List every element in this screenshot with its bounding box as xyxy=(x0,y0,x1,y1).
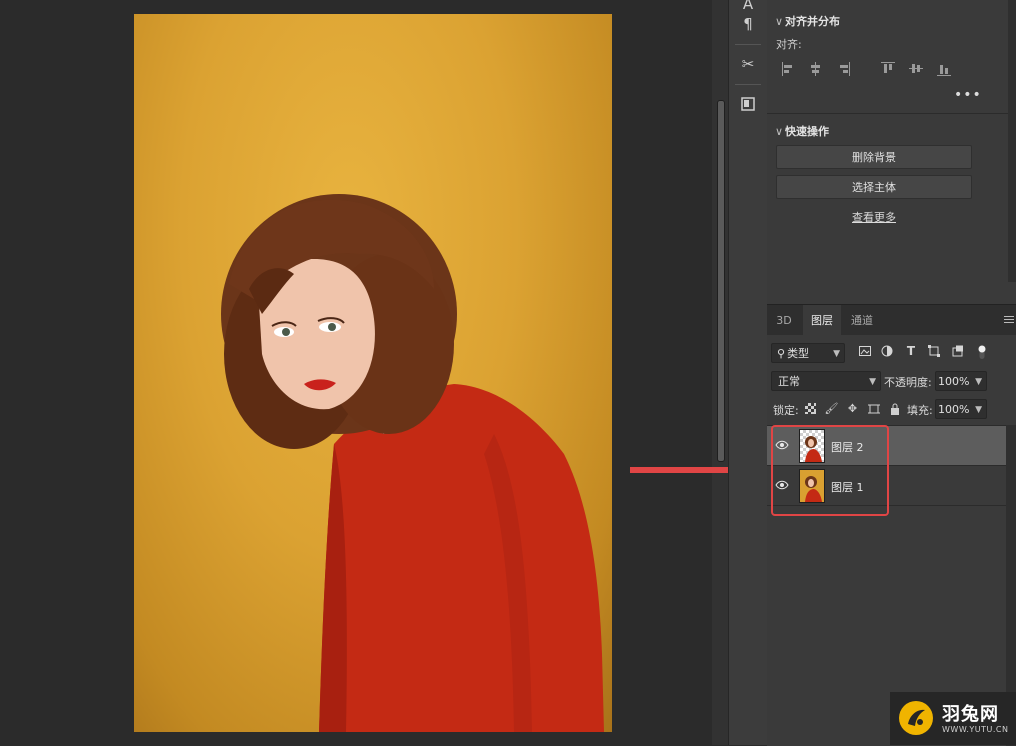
layers-panel-tabs: 3D 图层 通道 xyxy=(767,305,1016,335)
align-left-edges-icon[interactable] xyxy=(782,62,796,76)
layers-panel: 3D 图层 通道 ⚲ 类型 ▼ T 正常 ▼ 不透明度: 100% ▼ 锁定: … xyxy=(767,304,1016,746)
chevron-down-icon: ▼ xyxy=(975,405,982,415)
layer-filter-dropdown[interactable]: ⚲ 类型 ▼ xyxy=(771,343,845,363)
lock-image-pixels-icon[interactable]: 🖌 xyxy=(825,402,839,415)
align-horizontal-centers-icon[interactable] xyxy=(809,62,823,76)
align-section-title[interactable]: ∨ 对齐并分布 xyxy=(775,13,840,29)
lock-transparent-pixels-icon[interactable] xyxy=(804,402,817,415)
opacity-field[interactable]: 100% ▼ xyxy=(935,371,987,391)
align-vertical-centers-icon[interactable] xyxy=(909,62,923,76)
chevron-down-icon: ∨ xyxy=(775,125,784,138)
smart-object-filter-icon[interactable] xyxy=(951,344,965,358)
highlight-annotation-box xyxy=(771,425,889,516)
fill-label: 填充: xyxy=(907,404,933,417)
tab-3d[interactable]: 3D xyxy=(767,305,801,335)
properties-scrollbar[interactable] xyxy=(1008,0,1016,282)
align-bottom-edges-icon[interactable] xyxy=(937,62,951,76)
panel-menu-icon[interactable] xyxy=(1004,316,1014,324)
align-label: 对齐: xyxy=(776,38,802,51)
artboard-icon[interactable] xyxy=(733,90,763,118)
align-right-edges-icon[interactable] xyxy=(837,62,851,76)
scissors-icon[interactable]: ✂ xyxy=(733,50,763,78)
search-icon: ⚲ xyxy=(777,346,786,360)
tab-layers[interactable]: 图层 xyxy=(803,305,841,335)
portrait-illustration xyxy=(221,194,604,732)
lock-label: 锁定: xyxy=(773,404,799,417)
quick-actions-title[interactable]: ∨ 快速操作 xyxy=(775,123,829,139)
watermark: 羽兔网 WWW.YUTU.CN xyxy=(890,692,1016,745)
watermark-url: WWW.YUTU.CN xyxy=(942,725,1009,734)
see-more-link[interactable]: 查看更多 xyxy=(852,209,896,225)
canvas-vertical-scrollbar[interactable] xyxy=(712,0,728,745)
align-top-edges-icon[interactable] xyxy=(881,62,895,76)
type-layer-filter-icon[interactable]: T xyxy=(904,344,918,358)
remove-background-button[interactable]: 删除背景 xyxy=(776,145,972,169)
watermark-logo xyxy=(899,701,933,735)
paragraph-icon[interactable]: ¶ xyxy=(733,10,763,38)
blend-mode-dropdown[interactable]: 正常 ▼ xyxy=(771,371,881,391)
watermark-brand: 羽兔网 xyxy=(942,704,999,725)
chevron-down-icon: ▼ xyxy=(869,377,876,387)
chevron-down-icon: ∨ xyxy=(775,15,784,28)
lock-artboard-icon[interactable] xyxy=(867,402,880,415)
photo-image xyxy=(134,14,612,732)
scrollbar-thumb[interactable] xyxy=(717,100,725,462)
chevron-down-icon: ▼ xyxy=(833,349,840,359)
lock-all-icon[interactable] xyxy=(888,402,901,415)
adjustment-layer-filter-icon[interactable] xyxy=(880,344,894,358)
select-subject-button[interactable]: 选择主体 xyxy=(776,175,972,199)
pixel-layer-filter-icon[interactable] xyxy=(858,344,872,358)
filter-toggle-switch[interactable] xyxy=(977,344,987,360)
fill-field[interactable]: 100% ▼ xyxy=(935,399,987,419)
panel-tool-strip: A ¶ ✂ xyxy=(728,0,768,745)
chevron-down-icon: ▼ xyxy=(975,377,982,387)
shape-layer-filter-icon[interactable] xyxy=(927,344,941,358)
lock-position-icon[interactable]: ✥ xyxy=(846,402,859,415)
properties-panel: ∨ 对齐并分布 对齐: ••• ∨ 快速操作 删除背景 选择主体 查看更多 xyxy=(767,0,1008,282)
tab-channels[interactable]: 通道 xyxy=(843,305,881,335)
opacity-label: 不透明度: xyxy=(884,376,932,389)
more-horizontal-icon[interactable]: ••• xyxy=(954,88,982,102)
